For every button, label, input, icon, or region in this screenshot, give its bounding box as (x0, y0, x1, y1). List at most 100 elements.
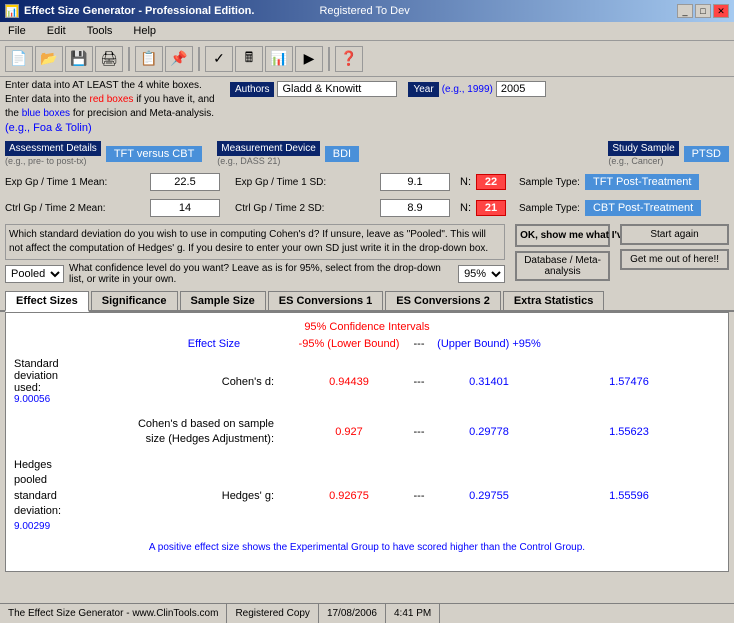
toolbar-separator (128, 47, 130, 71)
authors-input[interactable] (277, 81, 397, 97)
check-button[interactable]: ✓ (205, 46, 233, 72)
exp-mean-input[interactable] (150, 173, 220, 191)
ctrl-sd-input[interactable] (380, 199, 450, 217)
maximize-button[interactable]: □ (695, 4, 711, 18)
ctrl-row: Ctrl Gp / Time 2 Mean: Ctrl Gp / Time 2 … (0, 195, 734, 221)
menu-help[interactable]: Help (130, 24, 159, 38)
content-area: 95% Confidence Intervals Effect Size -95… (5, 312, 729, 572)
hedges-g-lower: 0.29755 (434, 490, 544, 502)
menu-file[interactable]: File (5, 24, 29, 38)
tab-effect-sizes[interactable]: Effect Sizes (5, 291, 89, 312)
new-button[interactable]: 📄 (5, 46, 33, 72)
status-date: 17/08/2006 (319, 604, 386, 623)
tab-significance[interactable]: Significance (91, 291, 178, 310)
cohens-d-name: Cohen's d: (134, 376, 294, 388)
study-sample-label: Study Sample (608, 141, 678, 156)
minimize-button[interactable]: _ (677, 4, 693, 18)
hedges-group-label: Hedgespooledstandarddeviation: 9.00299 (14, 458, 134, 534)
ctrl-sd-label: Ctrl Gp / Time 2 SD: (235, 203, 375, 214)
dash-header: --- (404, 338, 434, 350)
year-input[interactable] (496, 81, 546, 97)
sd-value-1: 9.00056 (14, 394, 50, 405)
copy-button[interactable]: 📋 (135, 46, 163, 72)
study-sample-sublabel: (e.g., Cancer) (608, 156, 663, 166)
db-button[interactable]: Database / Meta-analysis (515, 251, 610, 281)
ctrl-n-value: 21 (476, 200, 506, 216)
measurement-value: BDI (325, 146, 359, 162)
tabs-bar: Effect Sizes Significance Sample Size ES… (0, 288, 734, 312)
exp-sample-type-label: Sample Type: (519, 177, 580, 188)
toolbar: 📄 📂 💾 🖨 📋 📌 ✓ 🖩 📊 ▶ ❓ (0, 41, 734, 77)
header-row: Enter data into AT LEAST the 4 white box… (0, 77, 734, 138)
assessment-sublabel: (e.g., pre- to post-tx) (5, 156, 87, 166)
sd-value-2: 9.00299 (14, 521, 50, 532)
lower-bound-header: -95% (Lower Bound) (294, 338, 404, 350)
row2-dash: --- (404, 426, 434, 438)
cohens-d-row: Standarddeviationused: 9.00056 Cohen's d… (14, 358, 720, 405)
year-label: Year (408, 82, 438, 97)
conf-select[interactable]: 95% (458, 265, 505, 283)
ctrl-n-label: N: (460, 202, 471, 214)
get-out-button[interactable]: Get me out of here!! (620, 249, 729, 270)
cohens-d-value: 0.94439 (294, 376, 404, 388)
registered-text: Registered To Dev (319, 5, 409, 17)
tab-es-conversions-2[interactable]: ES Conversions 2 (385, 291, 501, 310)
row3-dash: --- (404, 490, 434, 502)
hedges-g-name: Hedges' g: (134, 490, 294, 502)
menu-tools[interactable]: Tools (84, 24, 116, 38)
cohens-d-hedges-lower: 0.29778 (434, 426, 544, 438)
upper-bound-header: (Upper Bound) +95% (434, 338, 544, 350)
authors-label: Authors (230, 82, 274, 97)
title-bar: 📊 Effect Size Generator - Professional E… (0, 0, 734, 22)
cohens-d-hedges-row: Cohen's d based on samplesize (Hedges Ad… (14, 417, 720, 446)
exp-sd-input[interactable] (380, 173, 450, 191)
cohens-d-hedges-name: Cohen's d based on samplesize (Hedges Ad… (134, 417, 294, 446)
assessment-label: Assessment Details (5, 141, 101, 156)
ctrl-sample-type-label: Sample Type: (519, 203, 580, 214)
print-button[interactable]: 🖨 (95, 46, 123, 72)
exp-n-value: 22 (476, 174, 506, 190)
info-text: Enter data into AT LEAST the 4 white box… (5, 79, 225, 136)
measurement-label: Measurement Device (217, 141, 319, 156)
hedges-g-upper: 1.55596 (574, 490, 684, 502)
sd-options-area: Which standard deviation do you wish to … (5, 224, 505, 285)
graph-button[interactable]: 📊 (265, 46, 293, 72)
row1-dash: --- (404, 376, 434, 388)
sd-select[interactable]: Pooled (5, 265, 64, 283)
conf-question-text: What confidence level do you want? Leave… (69, 263, 453, 285)
cohens-d-lower: 0.31401 (434, 376, 544, 388)
sd-question-text: Which standard deviation do you wish to … (5, 224, 505, 260)
study-sample-value: PTSD (684, 146, 729, 162)
tab-extra-statistics[interactable]: Extra Statistics (503, 291, 604, 310)
ctrl-mean-input[interactable] (150, 199, 220, 217)
tab-es-conversions-1[interactable]: ES Conversions 1 (268, 291, 384, 310)
ctrl-sample-type-value: CBT Post-Treatment (585, 200, 701, 216)
es-col-header: Effect Size (134, 338, 294, 350)
ok-button[interactable]: OK, show me what I've got! (515, 224, 610, 247)
menu-edit[interactable]: Edit (44, 24, 69, 38)
app-icon: 📊 (5, 4, 19, 18)
menu-bar: File Edit Tools Help (0, 22, 734, 41)
status-time: 4:41 PM (386, 604, 440, 623)
bottom-note: A positive effect size shows the Experim… (14, 542, 720, 553)
exp-mean-label: Exp Gp / Time 1 Mean: (5, 177, 145, 188)
open-button[interactable]: 📂 (35, 46, 63, 72)
cohens-d-hedges-upper: 1.55623 (574, 426, 684, 438)
cohens-d-upper: 1.57476 (574, 376, 684, 388)
status-bar: The Effect Size Generator - www.ClinTool… (0, 603, 734, 623)
paste-button[interactable]: 📌 (165, 46, 193, 72)
calc-button[interactable]: 🖩 (235, 46, 263, 72)
help-button[interactable]: ❓ (335, 46, 363, 72)
ci-header: 95% Confidence Intervals (14, 321, 720, 333)
close-button[interactable]: ✕ (713, 4, 729, 18)
measurement-sublabel: (e.g., DASS 21) (217, 156, 280, 166)
assessment-value: TFT versus CBT (106, 146, 202, 162)
start-again-button[interactable]: Start again (620, 224, 729, 245)
forward-button[interactable]: ▶ (295, 46, 323, 72)
save-button[interactable]: 💾 (65, 46, 93, 72)
cohens-d-hedges-value: 0.927 (294, 426, 404, 438)
toolbar-separator2 (198, 47, 200, 71)
status-website: The Effect Size Generator - www.ClinTool… (0, 604, 227, 623)
exp-sd-label: Exp Gp / Time 1 SD: (235, 177, 375, 188)
tab-sample-size[interactable]: Sample Size (180, 291, 266, 310)
